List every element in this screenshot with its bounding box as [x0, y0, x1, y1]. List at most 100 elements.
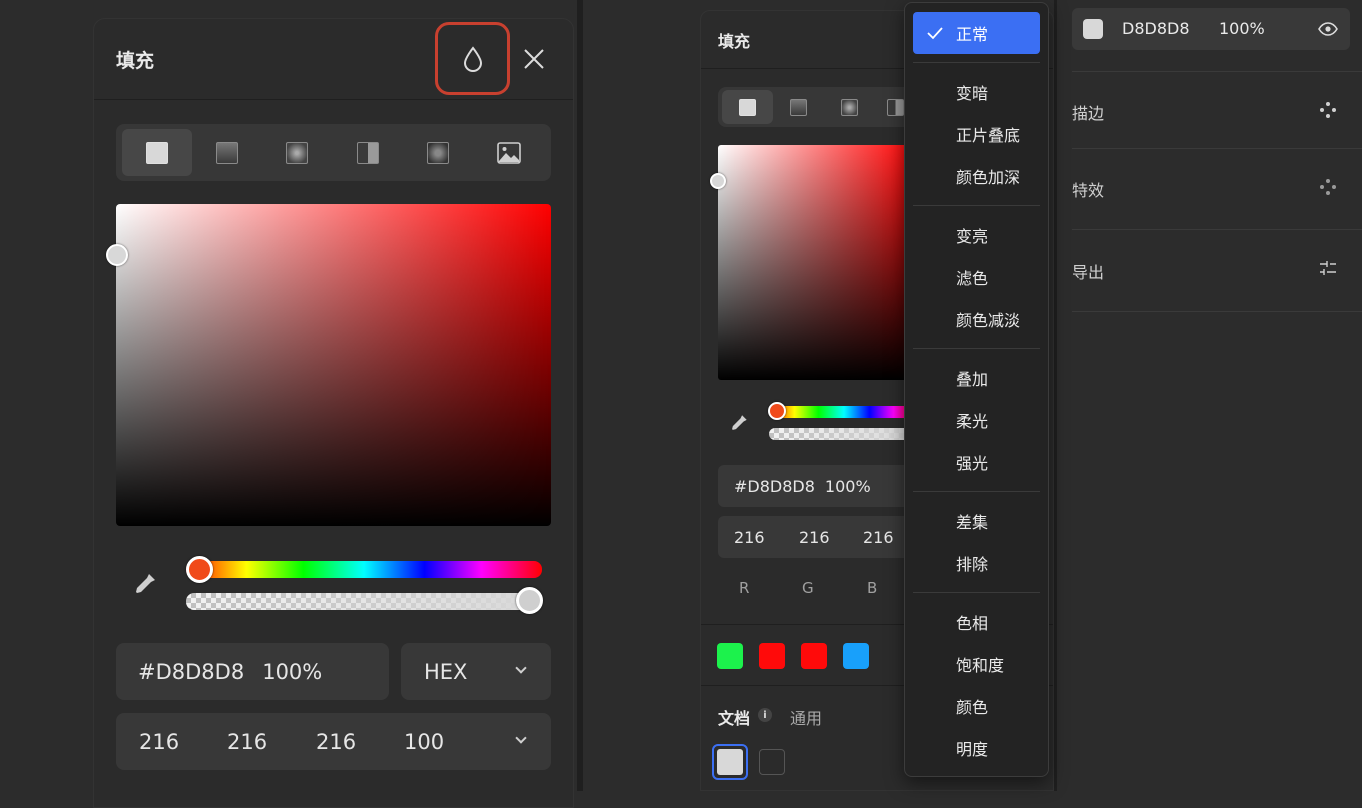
opacity-value: 100% [262, 659, 323, 684]
close-icon[interactable] [522, 47, 546, 71]
doc-swatch[interactable] [759, 749, 785, 775]
recent-swatch[interactable] [801, 643, 827, 669]
eyedropper-icon[interactable] [729, 413, 749, 433]
red-value[interactable]: 216 [734, 528, 765, 547]
hex-input[interactable]: #D8D8D8 100% [718, 465, 918, 507]
info-icon[interactable]: i [758, 708, 772, 722]
menu-item-color-burn[interactable]: 颜色加深 [913, 155, 1040, 197]
hex-input[interactable]: #D8D8D8 100% [116, 643, 389, 700]
solid-fill-icon [146, 141, 168, 164]
stroke-section-label: 描边 [1072, 104, 1105, 123]
diamond-gradient-button[interactable] [403, 129, 473, 176]
saturation-value-picker[interactable] [718, 145, 918, 380]
opacity-slider[interactable] [769, 428, 919, 440]
hue-slider[interactable] [186, 561, 542, 578]
add-stroke-icon[interactable] [1320, 102, 1336, 118]
tab-document[interactable]: 文档 [718, 705, 750, 729]
green-value[interactable]: 216 [227, 730, 267, 754]
sv-picker-handle[interactable] [710, 173, 726, 189]
hue-slider-handle[interactable] [186, 556, 213, 583]
diamond-gradient-icon [427, 141, 449, 164]
image-fill-button[interactable] [474, 129, 544, 176]
doc-swatch [717, 749, 743, 775]
angular-gradient-icon [886, 98, 904, 116]
adjust-icon[interactable] [1319, 259, 1337, 277]
fill-type-bar [718, 87, 918, 127]
hue-slider-handle[interactable] [768, 402, 786, 420]
menu-separator [913, 205, 1040, 206]
blue-value[interactable]: 216 [863, 528, 894, 547]
hex-value: #D8D8D8 [138, 659, 245, 684]
recent-swatch[interactable] [843, 643, 869, 669]
recent-swatch[interactable] [717, 643, 743, 669]
rgb-input[interactable]: 216 216 216 [718, 516, 918, 558]
section-divider [1072, 311, 1362, 312]
menu-item-overlay[interactable]: 叠加 [913, 357, 1040, 399]
menu-item-screen[interactable]: 滤色 [913, 256, 1040, 298]
chevron-down-icon [515, 732, 527, 744]
sv-picker-handle[interactable] [106, 244, 128, 266]
menu-item-lighten[interactable]: 变亮 [913, 214, 1040, 256]
panel-title: 填充 [116, 50, 155, 72]
menu-item-color-dodge[interactable]: 颜色减淡 [913, 298, 1040, 340]
green-value[interactable]: 216 [799, 528, 830, 547]
linear-gradient-button[interactable] [773, 90, 824, 124]
color-format-select[interactable]: HEX [401, 643, 551, 700]
panel-divider [577, 0, 583, 791]
fill-opacity[interactable]: 100% [1219, 19, 1265, 38]
alpha-value[interactable]: 100 [404, 730, 444, 754]
tab-common[interactable]: 通用 [790, 705, 822, 729]
menu-item-saturation[interactable]: 饱和度 [913, 643, 1040, 685]
menu-item-soft-light[interactable]: 柔光 [913, 399, 1040, 441]
linear-gradient-icon [216, 141, 238, 164]
section-divider [1072, 229, 1362, 230]
radial-gradient-button[interactable] [262, 129, 332, 176]
blue-value[interactable]: 216 [316, 730, 356, 754]
linear-gradient-icon [790, 98, 807, 116]
blend-mode-menu: 正常 变暗 正片叠底 颜色加深 变亮 滤色 颜色减淡 叠加 柔光 强光 差集 排… [904, 2, 1049, 777]
radial-gradient-button[interactable] [824, 90, 875, 124]
menu-item-color[interactable]: 颜色 [913, 685, 1040, 727]
add-effect-icon[interactable] [1320, 179, 1336, 195]
angular-gradient-button[interactable] [333, 129, 403, 176]
menu-item-difference[interactable]: 差集 [913, 500, 1040, 542]
chevron-down-icon [515, 662, 527, 674]
fill-color-swatch[interactable] [1083, 19, 1103, 39]
menu-item-hue[interactable]: 色相 [913, 601, 1040, 643]
b-label: B [867, 579, 878, 597]
solid-fill-button[interactable] [722, 90, 773, 124]
solid-fill-button[interactable] [122, 129, 192, 176]
header-divider [94, 99, 573, 100]
fill-layer-row[interactable]: D8D8D8 100% [1072, 8, 1350, 50]
hue-slider[interactable] [769, 406, 919, 418]
rgba-input[interactable]: 216 216 216 100 [116, 713, 551, 770]
menu-separator [913, 62, 1040, 63]
opacity-slider[interactable] [186, 593, 542, 610]
check-icon [927, 27, 943, 40]
section-divider [1072, 71, 1362, 72]
menu-item-hard-light[interactable]: 强光 [913, 441, 1040, 483]
g-label: G [802, 579, 814, 597]
blend-mode-button[interactable] [435, 22, 510, 95]
menu-item-luminosity[interactable]: 明度 [913, 727, 1040, 769]
doc-swatch-selected[interactable] [712, 744, 748, 780]
section-divider [1072, 148, 1362, 149]
fill-hex[interactable]: D8D8D8 [1122, 19, 1190, 38]
solid-fill-icon [739, 98, 756, 116]
saturation-value-picker[interactable] [116, 204, 551, 526]
panel-title: 填充 [718, 32, 751, 51]
linear-gradient-button[interactable] [192, 129, 262, 176]
droplet-icon [463, 45, 482, 72]
eye-icon[interactable] [1318, 22, 1338, 36]
opacity-value: 100% [824, 476, 871, 496]
red-value[interactable]: 216 [139, 730, 179, 754]
menu-item-exclusion[interactable]: 排除 [913, 542, 1040, 584]
menu-item-normal[interactable]: 正常 [913, 12, 1040, 54]
eyedropper-icon[interactable] [132, 571, 158, 597]
fill-type-bar [116, 124, 551, 181]
opacity-slider-handle[interactable] [516, 587, 543, 614]
radial-gradient-icon [841, 98, 858, 116]
menu-item-multiply[interactable]: 正片叠底 [913, 113, 1040, 155]
menu-item-darken[interactable]: 变暗 [913, 71, 1040, 113]
recent-swatch[interactable] [759, 643, 785, 669]
